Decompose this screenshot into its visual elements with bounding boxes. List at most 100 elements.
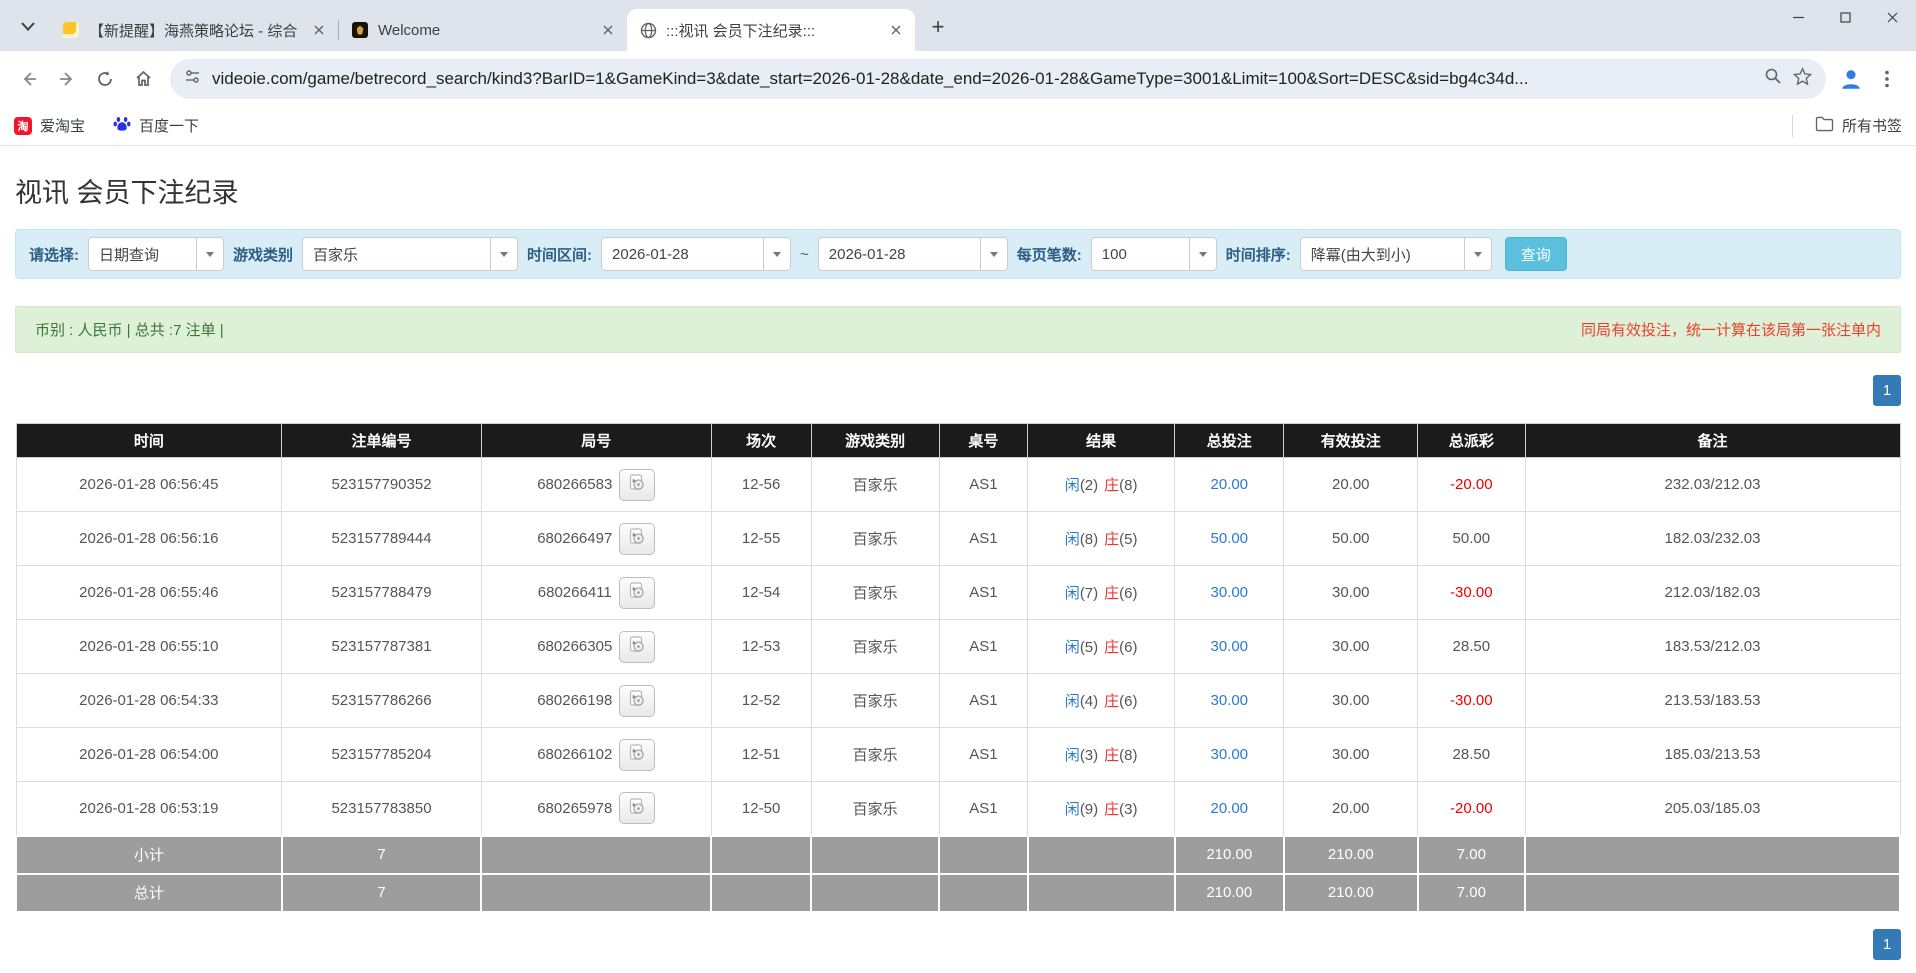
bet-time: 2026-01-28 06:54:00 — [16, 728, 282, 782]
tab-welcome[interactable]: Welcome — [339, 9, 627, 51]
url-text[interactable]: videoie.com/game/betrecord_search/kind3?… — [212, 69, 1753, 89]
result: 闲(9)庄(3) — [1028, 782, 1175, 836]
video-replay-button[interactable] — [619, 739, 655, 771]
total-bet-link[interactable]: 30.00 — [1210, 584, 1248, 601]
globe-icon — [639, 21, 657, 39]
maximize-icon[interactable] — [1822, 0, 1869, 34]
video-replay-button[interactable] — [619, 469, 655, 501]
bet-id: 523157787381 — [282, 620, 482, 674]
total-payout: 7.00 — [1418, 874, 1525, 912]
banker-result: 庄 — [1104, 639, 1119, 656]
round-id: 680266497 — [537, 530, 612, 547]
table-number: AS1 — [939, 458, 1028, 512]
result: 闲(2)庄(8) — [1028, 458, 1175, 512]
table-row: 2026-01-28 06:56:45 523157790352 6802665… — [16, 458, 1900, 512]
profile-avatar[interactable] — [1834, 62, 1868, 96]
total-bet-link[interactable]: 30.00 — [1210, 692, 1248, 709]
result: 闲(4)庄(6) — [1028, 674, 1175, 728]
bet-time: 2026-01-28 06:55:10 — [16, 620, 282, 674]
bookmark-star-icon[interactable] — [1793, 67, 1812, 91]
player-result: 闲 — [1065, 801, 1080, 818]
table-number: AS1 — [939, 674, 1028, 728]
valid-bet: 30.00 — [1284, 728, 1418, 782]
sort-select[interactable]: 降冪(由大到小) — [1300, 237, 1492, 271]
tab-close-icon[interactable] — [308, 19, 330, 41]
table-body: 2026-01-28 06:56:45 523157790352 6802665… — [16, 458, 1900, 836]
video-replay-button[interactable] — [619, 523, 655, 555]
table-row: 2026-01-28 06:55:10 523157787381 6802663… — [16, 620, 1900, 674]
tab-title: Welcome — [378, 22, 588, 39]
bet-time: 2026-01-28 06:54:33 — [16, 674, 282, 728]
game-type: 百家乐 — [811, 620, 939, 674]
column-header: 游戏类别 — [811, 424, 939, 458]
remark: 183.53/212.03 — [1525, 620, 1900, 674]
player-result: 闲 — [1065, 747, 1080, 764]
new-tab-button[interactable]: + — [921, 10, 955, 44]
window-controls — [1775, 0, 1916, 34]
site-info-icon[interactable] — [184, 68, 201, 90]
date-separator: ~ — [800, 246, 809, 263]
video-replay-button[interactable] — [619, 792, 655, 824]
forward-icon[interactable] — [48, 60, 86, 98]
table-header-row: 时间注单编号局号场次游戏类别桌号结果总投注有效投注总派彩备注 — [16, 424, 1900, 458]
page-1-button[interactable]: 1 — [1873, 929, 1901, 960]
total-bet-link[interactable]: 30.00 — [1210, 638, 1248, 655]
tab-forum[interactable]: 【新提醒】海燕策略论坛 - 综合 — [50, 9, 338, 51]
table-row: 2026-01-28 06:56:16 523157789444 6802664… — [16, 512, 1900, 566]
total-valid-bet: 210.00 — [1284, 874, 1418, 912]
tab-betrecord-active[interactable]: :::视讯 会员下注纪录::: — [627, 9, 915, 51]
remark: 182.03/232.03 — [1525, 512, 1900, 566]
refresh-icon[interactable] — [86, 60, 124, 98]
menu-kebab-icon[interactable] — [1868, 60, 1906, 98]
game-type: 百家乐 — [811, 566, 939, 620]
all-bookmarks[interactable]: 所有书签 — [1815, 115, 1902, 136]
round-id: 680266411 — [538, 584, 612, 601]
subtotal-row: 小计 7 210.00 210.00 7.00 — [16, 836, 1900, 874]
date-end-select[interactable]: 2026-01-28 — [818, 237, 1008, 271]
video-replay-button[interactable] — [619, 631, 655, 663]
bet-time: 2026-01-28 06:56:16 — [16, 512, 282, 566]
bet-time: 2026-01-28 06:55:46 — [16, 566, 282, 620]
round-id: 680266305 — [537, 638, 612, 655]
close-icon[interactable] — [1869, 0, 1916, 34]
remark: 232.03/212.03 — [1525, 458, 1900, 512]
tab-close-icon[interactable] — [885, 19, 907, 41]
game-type-select[interactable]: 百家乐 — [302, 237, 518, 271]
address-bar[interactable]: videoie.com/game/betrecord_search/kind3?… — [170, 59, 1826, 99]
select-type-label: 请选择: — [29, 244, 79, 265]
payout: -20.00 — [1418, 458, 1525, 512]
per-page-select[interactable]: 100 — [1091, 237, 1217, 271]
total-bet-link[interactable]: 20.00 — [1210, 800, 1248, 817]
banker-result: 庄 — [1104, 585, 1119, 602]
search-button[interactable]: 查询 — [1505, 237, 1567, 271]
bookmark-taobao[interactable]: 淘 爱淘宝 — [14, 115, 85, 136]
video-icon — [629, 474, 645, 495]
minimize-icon[interactable] — [1775, 0, 1822, 34]
total-bet-link[interactable]: 30.00 — [1210, 746, 1248, 763]
video-replay-button[interactable] — [619, 685, 655, 717]
total-bet-link[interactable]: 50.00 — [1210, 530, 1248, 547]
total-bet-link[interactable]: 20.00 — [1210, 476, 1248, 493]
total-total-bet: 210.00 — [1175, 874, 1284, 912]
tab-title: 【新提醒】海燕策略论坛 - 综合 — [89, 20, 299, 41]
bookmark-label: 爱淘宝 — [40, 115, 85, 136]
bookmark-baidu[interactable]: 百度一下 — [113, 115, 199, 137]
tab-search-chevron-icon[interactable] — [12, 10, 44, 42]
table-row: 2026-01-28 06:55:46 523157788479 6802664… — [16, 566, 1900, 620]
tab-close-icon[interactable] — [597, 19, 619, 41]
valid-bet: 50.00 — [1284, 512, 1418, 566]
valid-bet: 20.00 — [1284, 782, 1418, 836]
date-start-select[interactable]: 2026-01-28 — [601, 237, 791, 271]
video-icon — [629, 744, 645, 765]
query-type-select[interactable]: 日期查询 — [88, 237, 224, 271]
home-icon[interactable] — [124, 60, 162, 98]
game-type: 百家乐 — [811, 458, 939, 512]
table-number: AS1 — [939, 782, 1028, 836]
video-replay-button[interactable] — [619, 577, 655, 609]
page-1-button[interactable]: 1 — [1873, 375, 1901, 406]
round-id: 680266198 — [537, 692, 612, 709]
game-type-label: 游戏类别 — [233, 244, 293, 265]
zoom-page-icon[interactable] — [1764, 67, 1782, 90]
remark: 185.03/213.53 — [1525, 728, 1900, 782]
back-icon[interactable] — [10, 60, 48, 98]
